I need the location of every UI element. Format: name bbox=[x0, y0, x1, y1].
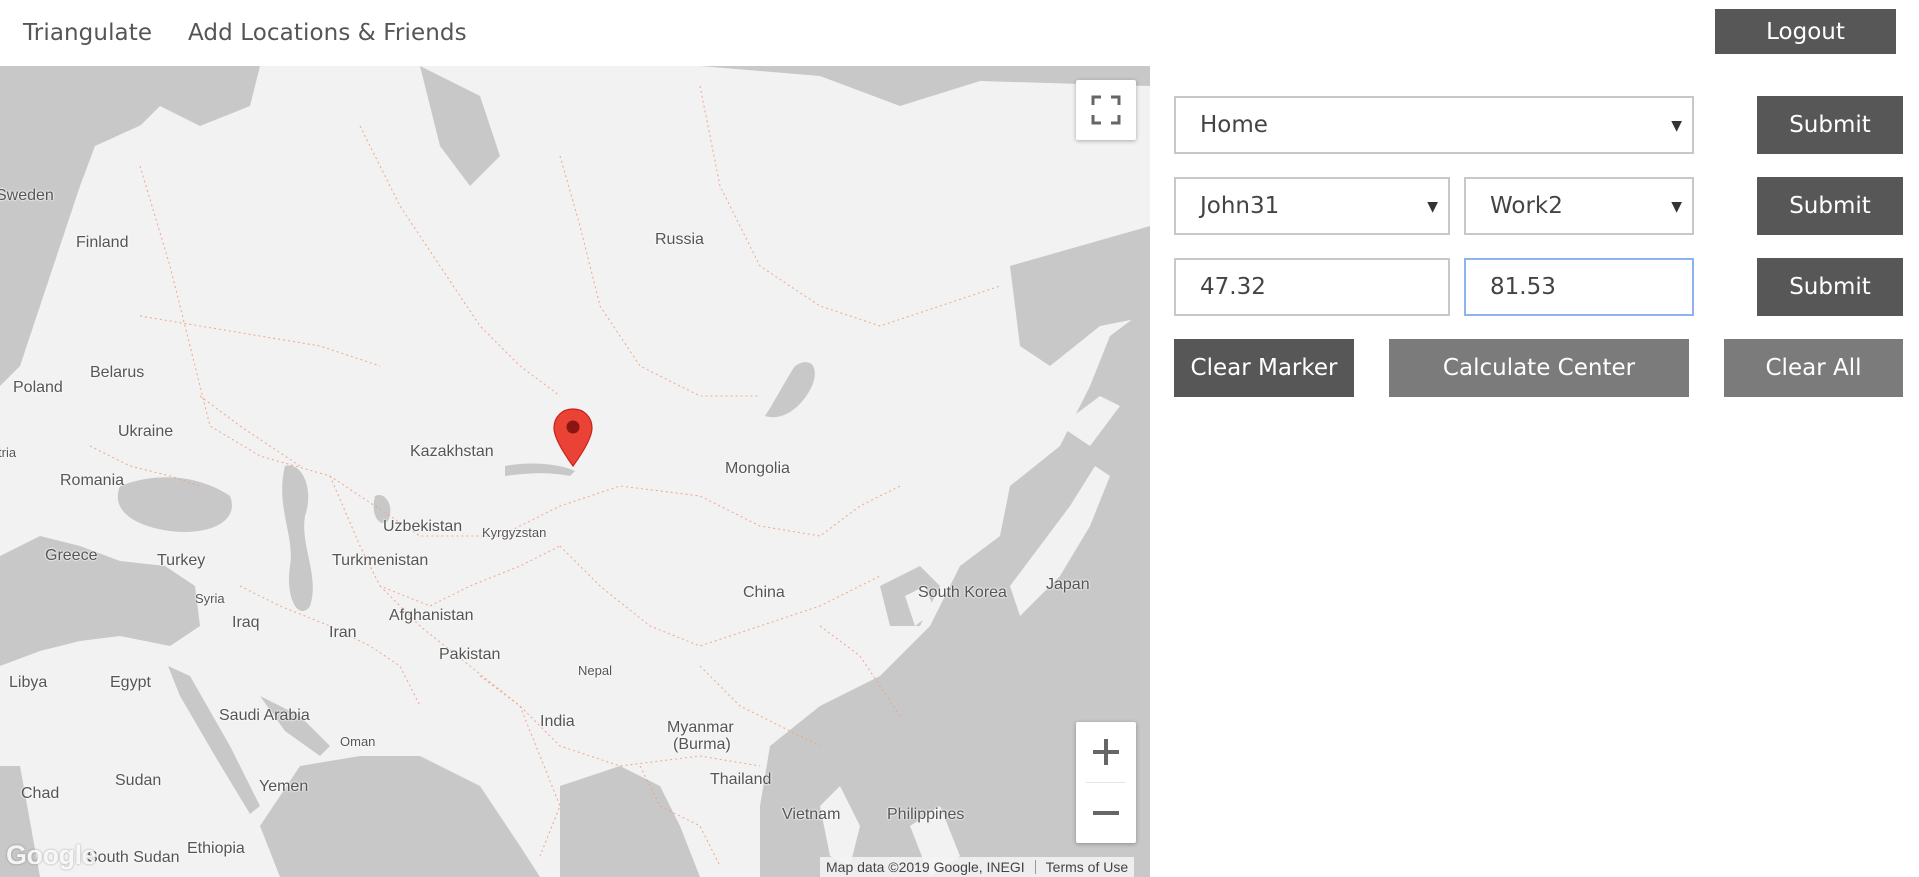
nav-brand-triangulate[interactable]: Triangulate bbox=[23, 20, 152, 46]
map-label: Libya bbox=[9, 674, 48, 691]
location-select-value: Home bbox=[1200, 112, 1268, 138]
submit-coordinates-button[interactable]: Submit bbox=[1757, 258, 1903, 316]
attribution-divider bbox=[1034, 860, 1036, 874]
longitude-input[interactable]: 81.53 bbox=[1464, 258, 1694, 316]
map-label: Myanmar bbox=[667, 719, 734, 736]
map-label: Ethiopia bbox=[187, 840, 245, 857]
calculate-center-button[interactable]: Calculate Center bbox=[1389, 339, 1689, 397]
control-panel: Home ▼ Submit John31 ▼ Work2 ▼ Submit 47… bbox=[1150, 66, 1919, 877]
location-marker-icon[interactable] bbox=[553, 408, 593, 468]
top-navbar: Triangulate Add Locations & Friends Logo… bbox=[0, 0, 1919, 66]
map-label: Kazakhstan bbox=[410, 443, 494, 460]
map-label: Oman bbox=[340, 734, 376, 749]
map-label: Philippines bbox=[887, 806, 965, 823]
map-label: Saudi Arabia bbox=[219, 707, 310, 724]
longitude-input-value: 81.53 bbox=[1490, 274, 1556, 300]
chevron-down-icon: ▼ bbox=[1427, 199, 1438, 215]
latitude-input-value: 47.32 bbox=[1200, 274, 1266, 300]
clear-marker-button[interactable]: Clear Marker bbox=[1174, 339, 1354, 397]
map-label: Greece bbox=[45, 547, 98, 564]
terms-of-use-link[interactable]: Terms of Use bbox=[1046, 859, 1128, 875]
map-terrain bbox=[0, 66, 1150, 877]
friend-location-select[interactable]: Work2 ▼ bbox=[1464, 177, 1694, 235]
map-label: Afghanistan bbox=[389, 607, 474, 624]
map-label: South Korea bbox=[918, 584, 1007, 601]
map-label: China bbox=[743, 584, 785, 601]
map-data-credit: Map data ©2019 Google, INEGI bbox=[826, 859, 1025, 875]
fullscreen-icon bbox=[1091, 95, 1121, 125]
clear-all-button[interactable]: Clear All bbox=[1724, 339, 1903, 397]
map-label: Belarus bbox=[90, 364, 145, 381]
map-label: Sweden bbox=[0, 187, 54, 204]
map-label: Kyrgyzstan bbox=[482, 525, 547, 540]
map-label: Poland bbox=[13, 379, 63, 396]
zoom-control bbox=[1076, 722, 1136, 843]
map-label: Mongolia bbox=[725, 460, 790, 477]
map-label: (Burma) bbox=[673, 736, 731, 753]
friend-select-value: John31 bbox=[1200, 193, 1280, 219]
zoom-out-button[interactable] bbox=[1076, 783, 1136, 843]
map-label: Vietnam bbox=[782, 806, 841, 823]
map-label: Japan bbox=[1046, 576, 1090, 593]
map-label: South Sudan bbox=[87, 849, 180, 866]
map-label: Turkey bbox=[157, 552, 206, 569]
map-label: Thailand bbox=[710, 771, 772, 788]
fullscreen-button[interactable] bbox=[1076, 80, 1136, 140]
map-label: Uzbekistan bbox=[383, 518, 463, 535]
zoom-in-button[interactable] bbox=[1076, 722, 1136, 782]
map-label: Egypt bbox=[110, 674, 151, 691]
map-label: Russia bbox=[655, 231, 704, 248]
map-label: Iraq bbox=[232, 614, 260, 631]
map-label: Chad bbox=[21, 785, 60, 802]
map-label: Turkmenistan bbox=[332, 552, 429, 569]
nav-add-locations-friends[interactable]: Add Locations & Friends bbox=[188, 20, 467, 46]
minus-icon bbox=[1093, 811, 1119, 815]
submit-friend-button[interactable]: Submit bbox=[1757, 177, 1903, 235]
map-attribution: Map data ©2019 Google, INEGI Terms of Us… bbox=[820, 857, 1135, 877]
logout-button[interactable]: Logout bbox=[1715, 9, 1896, 54]
friend-location-select-value: Work2 bbox=[1490, 193, 1563, 219]
submit-location-button[interactable]: Submit bbox=[1757, 96, 1903, 154]
map-label: Yemen bbox=[259, 778, 309, 795]
map-label: India bbox=[540, 713, 575, 730]
chevron-down-icon: ▼ bbox=[1671, 199, 1682, 215]
map-label: Nepal bbox=[578, 663, 612, 678]
map-label: Finland bbox=[76, 234, 129, 251]
map-label: Iran bbox=[329, 624, 357, 641]
friend-select[interactable]: John31 ▼ bbox=[1174, 177, 1450, 235]
map-label: Ukraine bbox=[118, 423, 174, 440]
map-label: tria bbox=[0, 445, 17, 460]
map-label: Pakistan bbox=[439, 646, 501, 663]
chevron-down-icon: ▼ bbox=[1671, 118, 1682, 134]
map-canvas[interactable]: Sweden Finland Russia Belarus Poland Ukraine K… bbox=[0, 66, 1150, 877]
plus-icon bbox=[1093, 739, 1119, 765]
location-select[interactable]: Home ▼ bbox=[1174, 96, 1694, 154]
map-label: Sudan bbox=[115, 772, 162, 789]
latitude-input[interactable]: 47.32 bbox=[1174, 258, 1450, 316]
google-logo[interactable]: Google bbox=[6, 840, 97, 871]
map-label: Romania bbox=[60, 472, 125, 489]
map-label: Syria bbox=[195, 591, 225, 606]
